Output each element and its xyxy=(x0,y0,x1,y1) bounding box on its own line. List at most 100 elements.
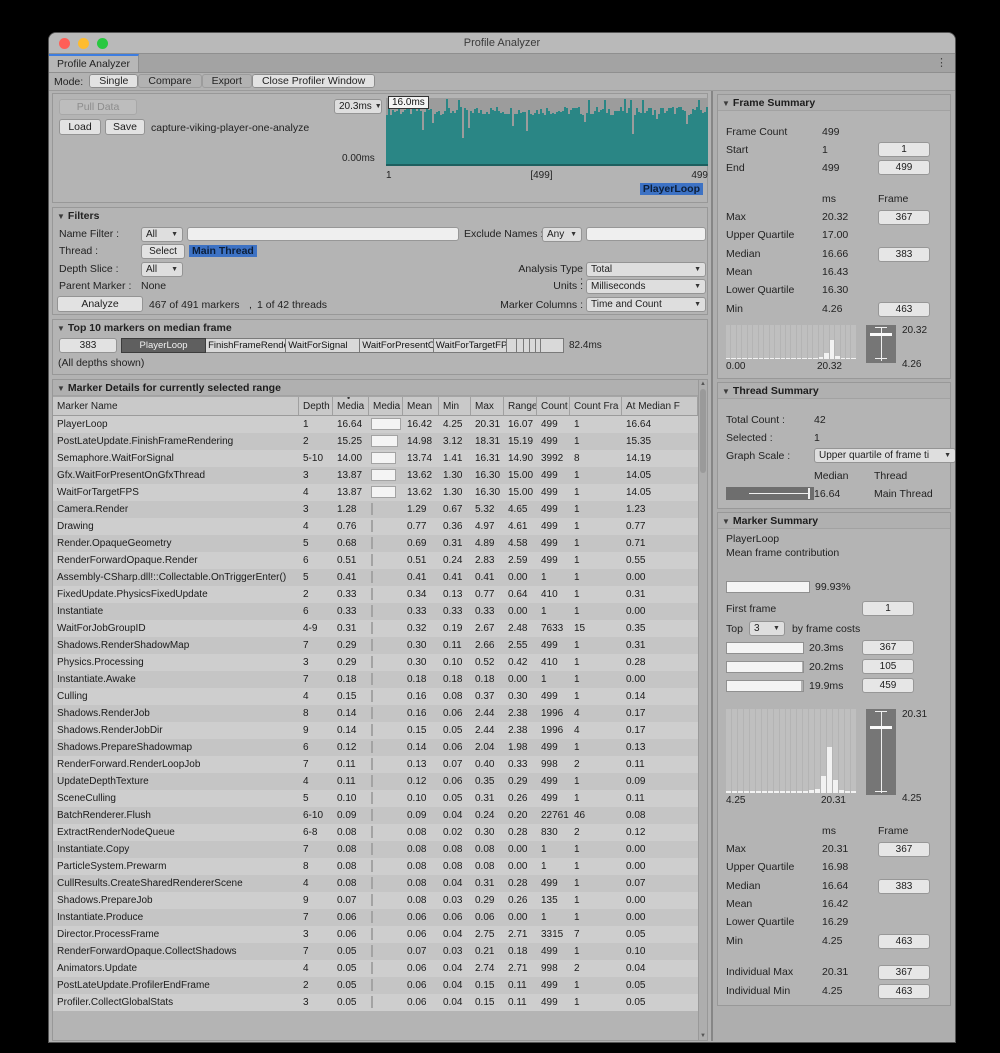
column-header-depth[interactable]: Depth xyxy=(299,397,333,415)
table-row[interactable]: Camera.Render31.281.290.675.324.6549911.… xyxy=(53,501,698,518)
title-bar[interactable]: Profile Analyzer xyxy=(49,33,955,54)
table-row[interactable]: PostLateUpdate.ProfilerEndFrame20.050.06… xyxy=(53,977,698,994)
frame-time-chart[interactable] xyxy=(386,98,708,166)
table-row[interactable]: Director.ProcessFrame30.060.060.042.752.… xyxy=(53,926,698,943)
table-row[interactable]: Profiler.CollectGlobalStats30.050.060.04… xyxy=(53,994,698,1011)
table-row[interactable]: CullResults.CreateSharedRendererScene40.… xyxy=(53,875,698,892)
tab-profile-analyzer[interactable]: Profile Analyzer xyxy=(49,54,139,72)
table-row[interactable]: RenderForwardOpaque.Render60.510.510.242… xyxy=(53,552,698,569)
top10-segment[interactable] xyxy=(507,338,517,353)
top10-segment-playerloop[interactable]: PlayerLoop xyxy=(121,338,206,353)
goto-frame-button[interactable]: 459 xyxy=(862,678,914,693)
name-filter-mode-dropdown[interactable]: All▼ xyxy=(141,227,183,242)
scrollbar-thumb[interactable] xyxy=(700,389,706,473)
table-row[interactable]: Gfx.WaitForPresentOnGfxThread313.8713.62… xyxy=(53,467,698,484)
table-row[interactable]: Shadows.RenderJob80.140.160.062.442.3819… xyxy=(53,705,698,722)
table-row[interactable]: ParticleSystem.Prewarm80.080.080.080.080… xyxy=(53,858,698,875)
table-row[interactable]: FixedUpdate.PhysicsFixedUpdate20.330.340… xyxy=(53,586,698,603)
analyze-button[interactable]: Analyze xyxy=(57,296,143,312)
goto-frame-button[interactable]: 463 xyxy=(878,984,930,999)
table-row[interactable]: Assembly-CSharp.dll!::Collectable.OnTrig… xyxy=(53,569,698,586)
scroll-up-icon[interactable]: ▲ xyxy=(700,381,706,387)
column-header-count[interactable]: Count xyxy=(537,397,570,415)
table-row[interactable]: Instantiate.Copy70.080.080.080.080.00110… xyxy=(53,841,698,858)
goto-frame-button[interactable]: 367 xyxy=(878,965,930,980)
collapse-triangle-icon[interactable]: ▼ xyxy=(57,324,65,333)
goto-frame-button[interactable]: 463 xyxy=(878,302,930,317)
top10-segment-waitfortargetfps[interactable]: WaitForTargetFPS xyxy=(434,338,508,353)
top10-segment[interactable] xyxy=(541,338,564,353)
top10-segment-waitforpresentong[interactable]: WaitForPresentOnG xyxy=(360,338,434,353)
goto-frame-button[interactable]: 367 xyxy=(878,842,930,857)
table-row[interactable]: Instantiate.Awake70.180.180.180.180.0011… xyxy=(53,671,698,688)
table-row[interactable]: Physics.Processing30.290.300.100.520.424… xyxy=(53,654,698,671)
table-row[interactable]: Render.OpaqueGeometry50.680.690.314.894.… xyxy=(53,535,698,552)
mode-button-compare[interactable]: Compare xyxy=(138,74,201,88)
column-header-range[interactable]: Range xyxy=(504,397,537,415)
table-row[interactable]: Shadows.RenderJobDir90.140.150.052.442.3… xyxy=(53,722,698,739)
selected-marker-badge[interactable]: PlayerLoop xyxy=(640,183,703,195)
column-header-mean[interactable]: Mean xyxy=(403,397,439,415)
close-window-icon[interactable] xyxy=(59,38,70,49)
top10-segment-waitforsignal[interactable]: WaitForSignal xyxy=(286,338,360,353)
table-row[interactable]: Culling40.150.160.080.370.3049910.14 xyxy=(53,688,698,705)
frame-boxplot[interactable] xyxy=(866,325,896,363)
depth-slice-dropdown[interactable]: All▼ xyxy=(141,262,183,277)
column-header-max[interactable]: Max xyxy=(471,397,504,415)
thread-whisker-graph[interactable] xyxy=(726,487,814,500)
column-header-media[interactable]: Media xyxy=(369,397,403,415)
collapse-triangle-icon[interactable]: ▼ xyxy=(722,99,730,108)
goto-frame-button[interactable]: 383 xyxy=(878,247,930,262)
column-header-count-fra[interactable]: Count Fra xyxy=(570,397,622,415)
table-row[interactable]: BatchRenderer.Flush6-100.090.090.040.240… xyxy=(53,807,698,824)
table-row[interactable]: PlayerLoop116.6416.424.2520.3116.0749911… xyxy=(53,416,698,433)
goto-frame-button[interactable]: 383 xyxy=(878,879,930,894)
collapse-triangle-icon[interactable]: ▼ xyxy=(57,212,65,221)
column-header-at-median-f[interactable]: At Median F xyxy=(622,397,698,415)
first-frame-button[interactable]: 1 xyxy=(862,601,914,616)
pull-data-button[interactable]: Pull Data xyxy=(59,99,137,115)
collapse-triangle-icon[interactable]: ▼ xyxy=(722,517,730,526)
table-row[interactable]: Animators.Update40.050.060.042.742.71998… xyxy=(53,960,698,977)
goto-frame-button[interactable]: 463 xyxy=(878,934,930,949)
table-row[interactable]: WaitForTargetFPS413.8713.621.3016.3015.0… xyxy=(53,484,698,501)
table-row[interactable]: Shadows.RenderShadowMap70.290.300.112.66… xyxy=(53,637,698,654)
name-filter-input[interactable] xyxy=(187,227,459,241)
table-row[interactable]: RenderForward.RenderLoopJob70.110.130.07… xyxy=(53,756,698,773)
table-row[interactable]: UpdateDepthTexture40.110.120.060.350.294… xyxy=(53,773,698,790)
column-header-min[interactable]: Min xyxy=(439,397,471,415)
zoom-window-icon[interactable] xyxy=(97,38,108,49)
graph-scale-dropdown[interactable]: Upper quartile of frame ti▼ xyxy=(814,448,955,463)
goto-frame-button[interactable]: 367 xyxy=(862,640,914,655)
mode-button-single[interactable]: Single xyxy=(89,74,138,88)
table-row[interactable]: ExtractRenderNodeQueue6-80.080.080.020.3… xyxy=(53,824,698,841)
start-frame-button[interactable]: 1 xyxy=(878,142,930,157)
range-scale-dropdown[interactable]: 20.3ms▼ xyxy=(334,99,382,114)
mode-button-export[interactable]: Export xyxy=(202,74,252,88)
table-row[interactable]: Drawing40.760.770.364.974.6149910.77 xyxy=(53,518,698,535)
median-frame-button[interactable]: 383 xyxy=(59,338,117,353)
kebab-menu-icon[interactable]: ⋮ xyxy=(936,54,955,72)
column-header-marker-name[interactable]: Marker Name xyxy=(53,397,299,415)
marker-boxplot[interactable] xyxy=(866,709,896,795)
table-row[interactable]: Semaphore.WaitForSignal5-1014.0013.741.4… xyxy=(53,450,698,467)
top10-marker-bar[interactable]: PlayerLoopFinishFrameRenderinWaitForSign… xyxy=(121,338,564,353)
goto-frame-button[interactable]: 367 xyxy=(878,210,930,225)
goto-frame-button[interactable]: 105 xyxy=(862,659,914,674)
table-row[interactable]: RenderForwardOpaque.CollectShadows70.050… xyxy=(53,943,698,960)
table-row[interactable]: Instantiate.Produce70.060.060.060.060.00… xyxy=(53,909,698,926)
table-row[interactable]: SceneCulling50.100.100.050.310.2649910.1… xyxy=(53,790,698,807)
table-row[interactable]: Shadows.PrepareJob90.070.080.030.290.261… xyxy=(53,892,698,909)
scroll-down-icon[interactable]: ▼ xyxy=(700,1033,706,1039)
exclude-mode-dropdown[interactable]: Any▼ xyxy=(542,227,582,242)
table-row[interactable]: Shadows.PrepareShadowmap60.120.140.062.0… xyxy=(53,739,698,756)
table-row[interactable]: WaitForJobGroupID4-90.310.320.192.672.48… xyxy=(53,620,698,637)
collapse-triangle-icon[interactable]: ▼ xyxy=(57,384,65,393)
column-header-media[interactable]: Media xyxy=(333,397,369,415)
marker-histogram[interactable] xyxy=(726,709,856,793)
save-button[interactable]: Save xyxy=(105,119,145,135)
load-button[interactable]: Load xyxy=(59,119,101,135)
top10-segment-finishframerenderin[interactable]: FinishFrameRenderin xyxy=(206,338,286,353)
analysis-type-dropdown[interactable]: Total▼ xyxy=(586,262,706,277)
mode-button-close-profiler-window[interactable]: Close Profiler Window xyxy=(252,74,375,88)
